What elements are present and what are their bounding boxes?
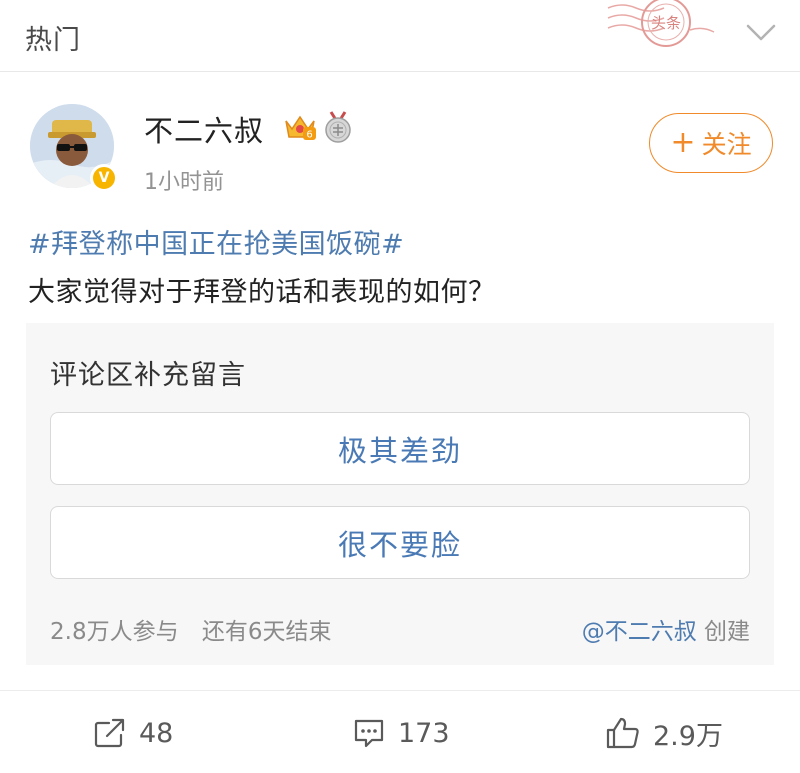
verified-badge-icon: V — [90, 164, 118, 192]
crown-vip-icon: 6 — [285, 115, 316, 141]
poll-remaining-time: 还有6天结束 — [201, 619, 332, 645]
post-text: 大家觉得对于拜登的话和表现的如何？ — [28, 277, 496, 308]
svg-text:6: 6 — [306, 130, 312, 141]
comment-icon — [354, 719, 384, 748]
share-count: 48 — [139, 717, 174, 749]
hashtag-link[interactable]: #拜登称中国正在抢美国饭碗# — [28, 222, 404, 261]
share-button[interactable]: 48 — [93, 715, 173, 751]
poll-card: 评论区补充留言 极其差劲 很不要脸 2.8万人参与 还有6天结束 @不二六叔 创… — [26, 323, 774, 665]
post-time: 1小时前 — [144, 170, 224, 195]
top-bar: 热门 头条 — [0, 0, 800, 72]
poll-participants: 2.8万人参与 — [50, 619, 179, 645]
poll-creator: @不二六叔 创建 — [582, 612, 750, 646]
comment-count: 173 — [398, 717, 450, 749]
username[interactable]: 不二六叔 — [144, 108, 264, 150]
thumbs-up-icon — [606, 717, 639, 749]
follow-button[interactable]: + 关注 — [649, 113, 773, 173]
medal-icon — [325, 111, 351, 143]
comment-button[interactable]: 173 — [352, 715, 450, 751]
action-bar: 48 173 2.9万 — [0, 690, 800, 773]
follow-label: 关注 — [701, 130, 752, 159]
poll-option-1[interactable]: 极其差劲 — [50, 412, 750, 485]
stamp-text: 头条 — [651, 14, 681, 32]
headline-stamp-icon: 头条 — [607, 0, 715, 47]
section-title: 热门 — [25, 25, 81, 56]
poll-option-2[interactable]: 很不要脸 — [50, 506, 750, 579]
poll-creator-suffix: 创建 — [704, 619, 750, 645]
poll-creator-link[interactable]: @不二六叔 — [582, 619, 697, 645]
share-icon — [94, 718, 125, 748]
like-count: 2.9万 — [653, 720, 723, 752]
plus-icon: + — [670, 125, 696, 160]
like-button[interactable]: 2.9万 — [605, 715, 723, 752]
chevron-down-icon[interactable] — [745, 20, 777, 46]
avatar[interactable]: V — [30, 104, 118, 192]
poll-title: 评论区补充留言 — [50, 360, 246, 391]
poll-stats: 2.8万人参与 还有6天结束 — [50, 612, 332, 646]
